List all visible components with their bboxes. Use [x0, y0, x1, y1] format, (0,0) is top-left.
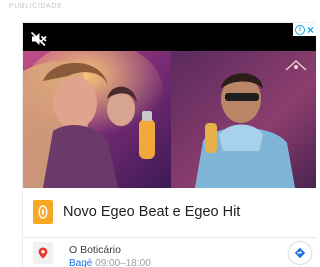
store-name[interactable]: O Boticário	[69, 244, 121, 256]
store-details: Bagé 09:00–18:00	[69, 258, 151, 267]
ad-title[interactable]: Novo Egeo Beat e Egeo Hit	[63, 204, 240, 220]
divider	[23, 237, 316, 238]
ad-card[interactable]: Novo Egeo Beat e Egeo Hit O Boticário Ba…	[23, 188, 316, 267]
egeo-logo-icon	[283, 58, 309, 78]
boticario-logo	[33, 200, 53, 224]
video-frame	[23, 51, 316, 188]
location-pin-icon	[33, 242, 53, 264]
publicidade-label: PUBLICIDADE	[9, 3, 63, 10]
store-row[interactable]: O Boticário Bagé 09:00–18:00	[33, 242, 316, 267]
muted-speaker-icon[interactable]	[30, 31, 48, 47]
store-hours: 09:00–18:00	[95, 258, 151, 267]
directions-button[interactable]	[289, 242, 311, 264]
ad-container[interactable]: i × Novo Egeo Beat e Egeo Hit O Boticári…	[22, 22, 316, 267]
info-icon[interactable]: i	[294, 24, 305, 35]
store-city[interactable]: Bagé	[69, 258, 92, 267]
brand-row[interactable]: Novo Egeo Beat e Egeo Hit	[33, 200, 240, 224]
ad-video[interactable]	[23, 23, 316, 188]
adchoices[interactable]: i ×	[292, 23, 316, 36]
close-icon[interactable]: ×	[307, 24, 314, 36]
directions-icon	[294, 247, 306, 259]
